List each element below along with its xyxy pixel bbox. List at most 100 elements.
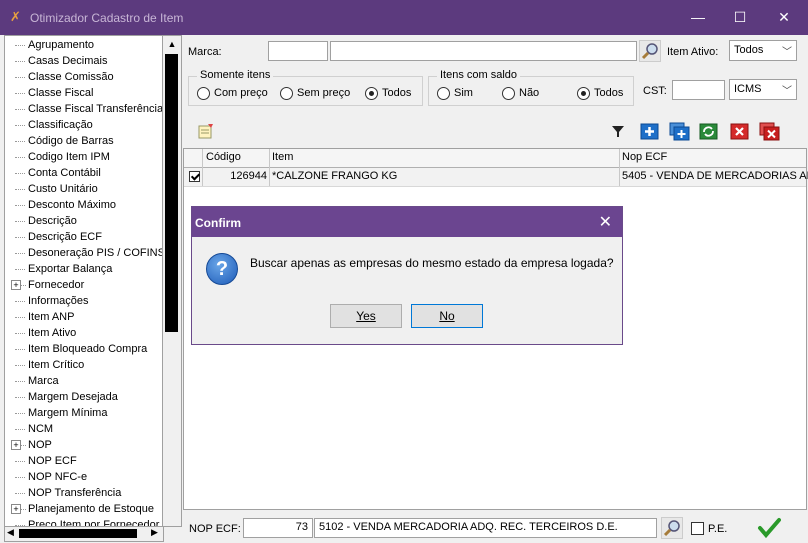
tree-connector [15, 381, 25, 382]
tree-item[interactable]: + NOP [5, 437, 163, 453]
horizontal-scroll-thumb[interactable] [19, 529, 137, 538]
tree-item[interactable]: NCM [5, 421, 163, 437]
checkmark-icon [758, 518, 781, 539]
tree-item[interactable]: + Planejamento de Estoque [5, 501, 163, 517]
tree-connector [15, 173, 25, 174]
tree-connector [15, 45, 25, 46]
cst-input[interactable] [672, 80, 725, 100]
tree-item[interactable]: Item Ativo [5, 325, 163, 341]
tree-connector [15, 205, 25, 206]
tree-connector [15, 221, 25, 222]
tree-item[interactable]: Código de Barras [5, 133, 163, 149]
radio-sem-preco[interactable]: Sem preço [280, 85, 350, 101]
maximize-button[interactable]: ☐ [718, 0, 762, 35]
marca-code-input[interactable] [268, 41, 328, 61]
filter-button[interactable] [609, 122, 629, 140]
column-divider [202, 149, 203, 186]
tree-item[interactable]: Classificação [5, 117, 163, 133]
radio-com-preco[interactable]: Com preço [197, 85, 268, 101]
minimize-button[interactable]: — [676, 0, 720, 35]
radio-saldo-todos[interactable]: Todos [577, 85, 623, 101]
tree-item[interactable]: Agrupamento [5, 37, 163, 53]
yes-button[interactable]: Yes [330, 304, 402, 328]
tree-item[interactable]: Item ANP [5, 309, 163, 325]
window-title: Otimizador Cadastro de Item [30, 11, 184, 25]
tree-item[interactable]: Desconto Máximo [5, 197, 163, 213]
tree-item-label: Fornecedor [28, 279, 85, 291]
scroll-thumb[interactable] [165, 54, 178, 332]
column-nop-ecf[interactable]: Nop ECF [622, 151, 667, 163]
tree-item[interactable]: Codigo Item IPM [5, 149, 163, 165]
row-checkbox[interactable] [189, 171, 200, 185]
expand-plus-icon[interactable]: + [11, 440, 21, 450]
scroll-left-arrow-icon[interactable]: ◀ [7, 527, 14, 538]
tree-connector [15, 429, 25, 430]
chevron-down-icon: ﹀ [782, 47, 792, 58]
delete-multiple-button[interactable] [759, 122, 780, 141]
nop-search-button[interactable] [661, 517, 683, 539]
tree-item-label: Custo Unitário [28, 183, 98, 195]
refresh-button[interactable] [699, 122, 719, 140]
marca-description-input[interactable] [330, 41, 637, 61]
nop-ecf-label: NOP ECF: [189, 523, 241, 535]
search-icon [641, 43, 658, 60]
nop-code-input[interactable]: 73 [243, 518, 313, 538]
expand-plus-icon[interactable]: + [11, 280, 21, 290]
add-multiple-button[interactable] [669, 122, 690, 141]
tree-item[interactable]: NOP Transferência [5, 485, 163, 501]
imposto-select[interactable]: ICMS ﹀ [729, 79, 797, 100]
tree-vertical-scrollbar[interactable]: ▲ [162, 35, 182, 527]
scroll-right-arrow-icon[interactable]: ▶ [151, 527, 158, 538]
delete-button[interactable] [730, 122, 750, 140]
tree-item[interactable]: Exportar Balança [5, 261, 163, 277]
tree-connector [15, 125, 25, 126]
tree-item[interactable]: Classe Comissão [5, 69, 163, 85]
marca-search-button[interactable] [639, 40, 661, 62]
column-divider [619, 149, 620, 186]
tree-item[interactable]: NOP ECF [5, 453, 163, 469]
tree-item[interactable]: Descrição [5, 213, 163, 229]
radio-saldo-nao[interactable]: Não [502, 85, 539, 101]
tree-item[interactable]: Margem Mínima [5, 405, 163, 421]
column-codigo[interactable]: Código [206, 151, 241, 163]
table-row[interactable]: 126944 *CALZONE FRANGO KG 5405 - VENDA D… [184, 168, 808, 187]
add-row-icon [640, 123, 659, 140]
tree-item[interactable]: Casas Decimais [5, 53, 163, 69]
radio-saldo-sim[interactable]: Sim [437, 85, 473, 101]
confirm-button[interactable] [757, 516, 781, 540]
dialog-title-bar: Confirm ✕ [192, 207, 622, 237]
dialog-title: Confirm [195, 216, 241, 230]
column-item[interactable]: Item [272, 151, 293, 163]
tree-horizontal-scrollbar[interactable]: ◀ ▶ [4, 526, 164, 542]
radio-todos-preco[interactable]: Todos [365, 85, 411, 101]
tree-item[interactable]: NOP NFC-e [5, 469, 163, 485]
tree-item[interactable]: Classe Fiscal [5, 85, 163, 101]
expand-plus-icon[interactable]: + [11, 504, 21, 514]
tree-item[interactable]: Classe Fiscal Transferência [5, 101, 163, 117]
tree-item-label: Codigo Item IPM [28, 151, 110, 163]
tree-item[interactable]: Descrição ECF [5, 229, 163, 245]
tree-item[interactable]: Conta Contábil [5, 165, 163, 181]
tree-item[interactable]: Marca [5, 373, 163, 389]
tree-item[interactable]: Desoneração PIS / COFINS [5, 245, 165, 261]
close-button[interactable]: ✕ [762, 0, 806, 35]
tree-item[interactable]: + Fornecedor [5, 277, 163, 293]
tree-item[interactable]: Margem Desejada [5, 389, 163, 405]
radio-label: Sem preço [297, 87, 351, 99]
nop-description-input[interactable]: 5102 - VENDA MERCADORIA ADQ. REC. TERCEI… [314, 518, 657, 538]
tree-item-label: Código de Barras [28, 135, 114, 147]
tree-item[interactable]: Item Crítico [5, 357, 163, 373]
cell-codigo: 126944 [230, 170, 267, 182]
pe-checkbox[interactable] [691, 522, 704, 535]
add-button[interactable] [640, 122, 660, 140]
no-button[interactable]: No [411, 304, 483, 328]
tree-item[interactable]: Item Bloqueado Compra [5, 341, 163, 357]
tree-item-label: Margem Desejada [28, 391, 118, 403]
tree-item[interactable]: Informações [5, 293, 163, 309]
tree-item[interactable]: Custo Unitário [5, 181, 163, 197]
item-ativo-select[interactable]: Todos ﹀ [729, 40, 797, 61]
dialog-close-icon[interactable]: ✕ [599, 212, 612, 232]
scroll-up-arrow-icon[interactable]: ▲ [163, 36, 181, 52]
tree-item-label: NOP ECF [28, 455, 77, 467]
edit-fields-button[interactable] [197, 122, 217, 140]
